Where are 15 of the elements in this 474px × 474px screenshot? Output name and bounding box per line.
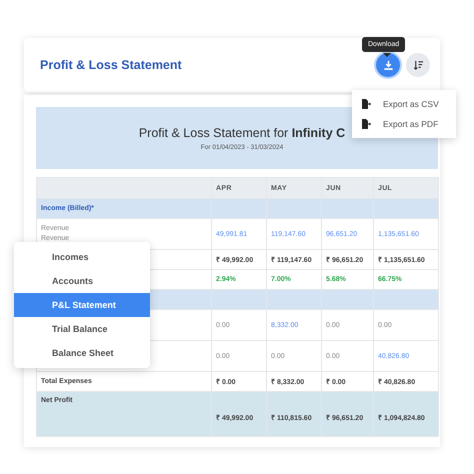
- menu-item[interactable]: Accounts: [14, 269, 150, 293]
- file-export-icon: [362, 119, 371, 129]
- sort-button[interactable]: [406, 53, 430, 77]
- menu-item[interactable]: P&L Statement: [14, 293, 150, 317]
- menu-item[interactable]: Incomes: [14, 245, 150, 269]
- menu-item[interactable]: Balance Sheet: [14, 341, 150, 365]
- export-option[interactable]: Export as CSV: [352, 94, 456, 114]
- sort-icon: [412, 60, 424, 70]
- page-title: Profit & Loss Statement: [40, 58, 183, 72]
- download-button[interactable]: [376, 53, 400, 77]
- menu-item[interactable]: Trial Balance: [14, 317, 150, 341]
- export-option[interactable]: Export as PDF: [352, 114, 456, 134]
- file-export-icon: [362, 99, 371, 109]
- report-title: Profit & Loss Statement for Infinity C: [138, 126, 346, 140]
- download-icon: [382, 60, 394, 70]
